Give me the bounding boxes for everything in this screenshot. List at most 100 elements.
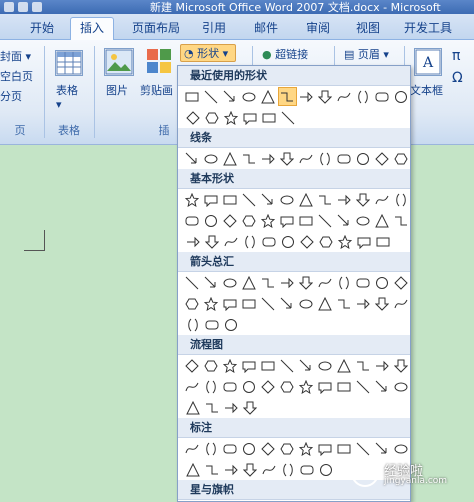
tab-developer[interactable]: 开发工具 bbox=[396, 19, 460, 39]
save-icon[interactable] bbox=[4, 2, 14, 12]
shape-option-icon[interactable] bbox=[353, 87, 372, 106]
shape-option-icon[interactable] bbox=[334, 273, 353, 292]
shape-option-icon[interactable] bbox=[221, 460, 240, 479]
shape-option-icon[interactable] bbox=[334, 87, 353, 106]
shape-option-icon[interactable] bbox=[221, 439, 240, 458]
tab-insert[interactable]: 插入 bbox=[70, 17, 114, 40]
shape-option-icon[interactable] bbox=[391, 294, 410, 313]
shape-option-icon[interactable] bbox=[353, 377, 372, 396]
shape-option-icon[interactable] bbox=[315, 356, 334, 375]
shape-option-icon[interactable] bbox=[183, 87, 202, 106]
shape-option-icon[interactable] bbox=[372, 377, 391, 396]
shape-option-icon[interactable] bbox=[277, 87, 297, 106]
table-button[interactable]: 表格 ▾ bbox=[56, 82, 78, 111]
shape-option-icon[interactable] bbox=[278, 108, 297, 127]
shape-option-icon[interactable] bbox=[221, 211, 240, 230]
shape-option-icon[interactable] bbox=[259, 87, 278, 106]
shape-option-icon[interactable] bbox=[221, 108, 240, 127]
shape-option-icon[interactable] bbox=[221, 190, 240, 209]
clipart-button[interactable]: 剪贴画 bbox=[140, 82, 173, 98]
shape-option-icon[interactable] bbox=[334, 356, 353, 375]
shape-option-icon[interactable] bbox=[334, 211, 353, 230]
shape-option-icon[interactable] bbox=[202, 190, 221, 209]
shape-option-icon[interactable] bbox=[183, 108, 202, 127]
shape-option-icon[interactable] bbox=[240, 356, 259, 375]
shape-option-icon[interactable] bbox=[221, 398, 240, 417]
hyperlink-button[interactable]: ● 超链接 bbox=[262, 46, 308, 62]
quick-parts-icon[interactable]: π bbox=[452, 48, 460, 64]
shape-option-icon[interactable] bbox=[315, 294, 334, 313]
shape-option-icon[interactable] bbox=[259, 149, 278, 168]
shape-option-icon[interactable] bbox=[391, 211, 410, 230]
shape-option-icon[interactable] bbox=[372, 149, 391, 168]
shape-option-icon[interactable] bbox=[183, 294, 202, 313]
shape-option-icon[interactable] bbox=[278, 149, 297, 168]
shape-option-icon[interactable] bbox=[202, 108, 221, 127]
shape-option-icon[interactable] bbox=[353, 273, 372, 292]
shape-option-icon[interactable] bbox=[202, 377, 221, 396]
shape-option-icon[interactable] bbox=[297, 377, 316, 396]
shape-option-icon[interactable] bbox=[278, 232, 297, 251]
shape-option-icon[interactable] bbox=[202, 149, 221, 168]
symbol-icon[interactable]: Ω bbox=[452, 70, 463, 86]
shape-option-icon[interactable] bbox=[221, 87, 240, 106]
shape-option-icon[interactable] bbox=[334, 377, 353, 396]
shape-option-icon[interactable] bbox=[240, 439, 259, 458]
shape-option-icon[interactable] bbox=[278, 356, 297, 375]
shape-option-icon[interactable] bbox=[259, 232, 278, 251]
shape-option-icon[interactable] bbox=[315, 87, 334, 106]
shape-option-icon[interactable] bbox=[334, 149, 353, 168]
shape-option-icon[interactable] bbox=[391, 190, 410, 209]
header-button[interactable]: ▤ 页眉 ▾ bbox=[344, 46, 389, 62]
shape-option-icon[interactable] bbox=[183, 460, 202, 479]
shape-option-icon[interactable] bbox=[372, 294, 391, 313]
shape-option-icon[interactable] bbox=[391, 273, 410, 292]
shape-option-icon[interactable] bbox=[183, 211, 202, 230]
blank-page-button[interactable]: 空白页 bbox=[0, 68, 33, 84]
shape-option-icon[interactable] bbox=[297, 356, 316, 375]
textbox-icon[interactable]: A bbox=[414, 48, 442, 76]
shape-option-icon[interactable] bbox=[315, 149, 334, 168]
shape-option-icon[interactable] bbox=[183, 377, 202, 396]
tab-home[interactable]: 开始 bbox=[22, 19, 62, 39]
shape-option-icon[interactable] bbox=[297, 232, 316, 251]
shape-option-icon[interactable] bbox=[297, 87, 316, 106]
shape-option-icon[interactable] bbox=[316, 460, 335, 479]
shape-option-icon[interactable] bbox=[221, 377, 240, 396]
shape-option-icon[interactable] bbox=[202, 87, 221, 106]
shape-option-icon[interactable] bbox=[221, 356, 240, 375]
shape-option-icon[interactable] bbox=[278, 377, 297, 396]
shape-option-icon[interactable] bbox=[240, 108, 259, 127]
shape-option-icon[interactable] bbox=[259, 273, 278, 292]
shape-option-icon[interactable] bbox=[240, 190, 259, 209]
shape-option-icon[interactable] bbox=[183, 315, 202, 334]
shape-option-icon[interactable] bbox=[297, 273, 316, 292]
shape-option-icon[interactable] bbox=[334, 190, 353, 209]
shape-option-icon[interactable] bbox=[221, 232, 240, 251]
table-icon[interactable] bbox=[55, 50, 83, 76]
shape-option-icon[interactable] bbox=[202, 315, 221, 334]
shape-option-icon[interactable] bbox=[315, 190, 334, 209]
shapes-button[interactable]: ◔ 形状 ▾ bbox=[180, 44, 236, 62]
shape-option-icon[interactable] bbox=[183, 273, 202, 292]
shape-option-icon[interactable] bbox=[259, 356, 278, 375]
shape-option-icon[interactable] bbox=[316, 232, 335, 251]
shape-option-icon[interactable] bbox=[373, 232, 392, 251]
shape-option-icon[interactable] bbox=[240, 232, 259, 251]
shape-option-icon[interactable] bbox=[315, 273, 334, 292]
shape-option-icon[interactable] bbox=[259, 108, 278, 127]
shape-option-icon[interactable] bbox=[202, 294, 221, 313]
shape-option-icon[interactable] bbox=[297, 460, 316, 479]
shape-option-icon[interactable] bbox=[202, 211, 221, 230]
shape-option-icon[interactable] bbox=[221, 294, 240, 313]
shape-option-icon[interactable] bbox=[315, 439, 334, 458]
shape-option-icon[interactable] bbox=[202, 273, 221, 292]
shape-option-icon[interactable] bbox=[278, 294, 297, 313]
shape-option-icon[interactable] bbox=[202, 356, 221, 375]
shape-option-icon[interactable] bbox=[202, 439, 221, 458]
page-break-button[interactable]: 分页 bbox=[0, 88, 22, 104]
shape-option-icon[interactable] bbox=[335, 232, 354, 251]
shape-option-icon[interactable] bbox=[240, 377, 259, 396]
shape-option-icon[interactable] bbox=[240, 87, 259, 106]
shape-option-icon[interactable] bbox=[278, 273, 297, 292]
